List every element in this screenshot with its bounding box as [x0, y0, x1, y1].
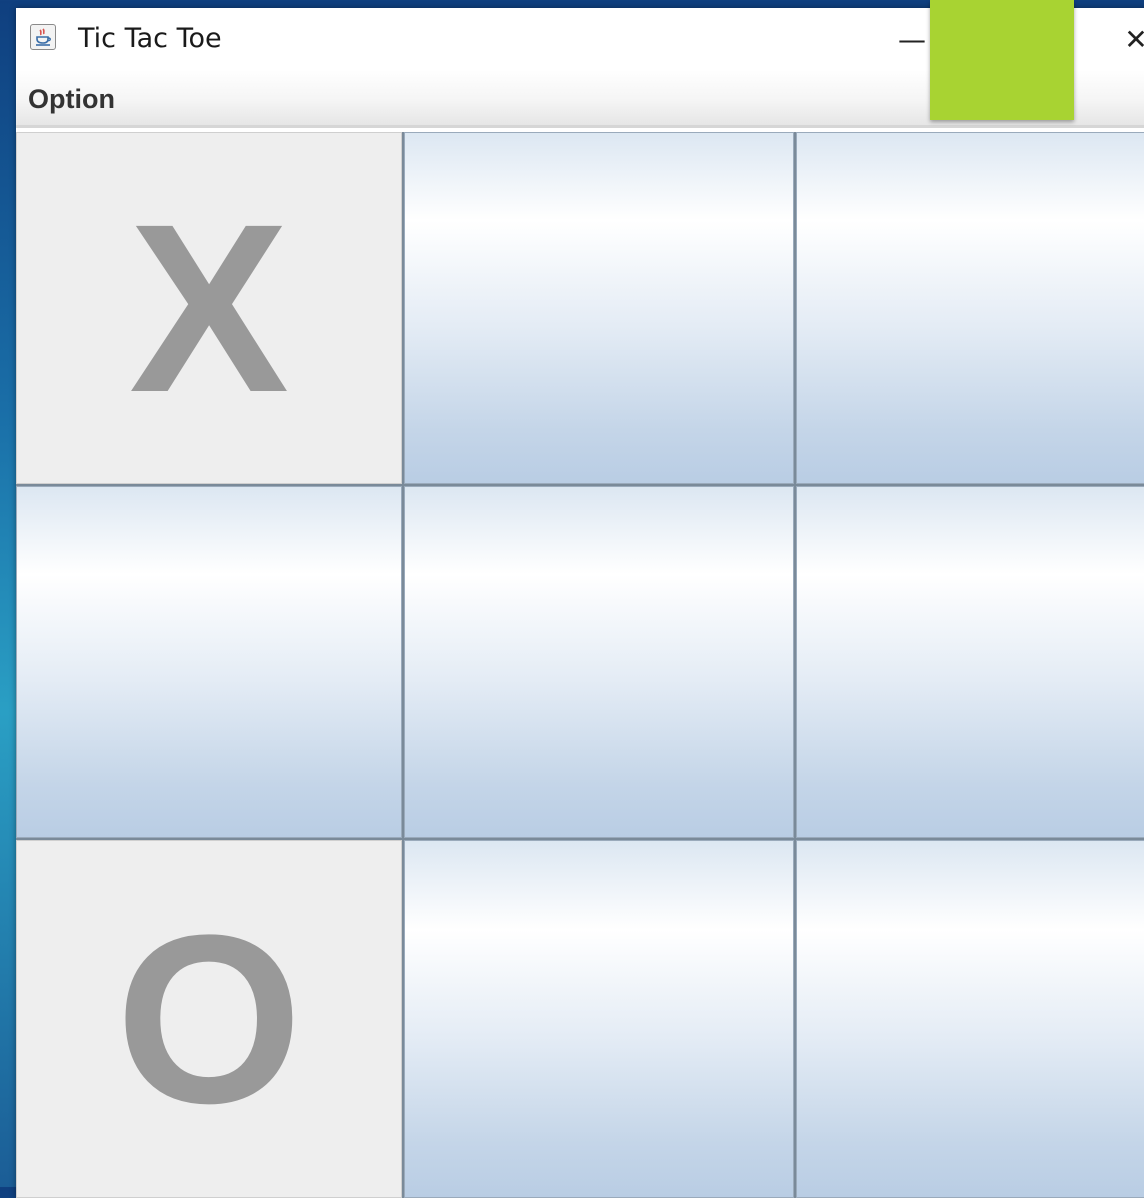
cell-mark: O: [115, 885, 303, 1153]
java-app-icon: [30, 24, 56, 50]
green-overlay-block: [930, 0, 1074, 120]
app-window: Tic Tac Toe — ✕ Option X O: [16, 0, 1144, 1198]
cell-5[interactable]: [796, 486, 1144, 838]
menu-option[interactable]: Option: [28, 84, 115, 115]
window-title: Tic Tac Toe: [78, 23, 222, 54]
cell-7[interactable]: [404, 840, 794, 1198]
cell-2[interactable]: [796, 132, 1144, 484]
minimize-icon: —: [898, 22, 926, 56]
cell-6[interactable]: O: [16, 840, 402, 1198]
game-board: X O: [16, 132, 1144, 1198]
cell-3[interactable]: [16, 486, 402, 838]
close-icon: ✕: [1124, 22, 1144, 56]
cell-8[interactable]: [796, 840, 1144, 1198]
cell-mark: X: [128, 174, 290, 442]
cell-4[interactable]: [404, 486, 794, 838]
cell-1[interactable]: [404, 132, 794, 484]
cell-0[interactable]: X: [16, 132, 402, 484]
close-button[interactable]: ✕: [1106, 8, 1144, 70]
